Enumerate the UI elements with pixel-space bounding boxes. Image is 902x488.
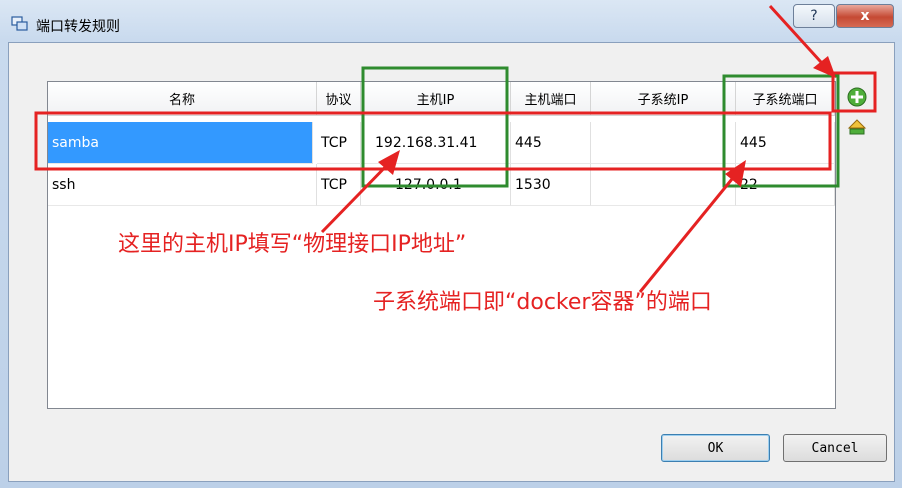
row-highlight-box <box>34 111 832 171</box>
arrow-to-host-ip <box>320 150 400 234</box>
host-ip-annotation: 这里的主机IP填写“物理接口IP地址” <box>118 232 467 257</box>
arrow-to-add-button <box>768 4 836 78</box>
guest-port-annotation: 子系统端口即“docker容器”的端口 <box>373 290 712 315</box>
port-forwarding-dialog: 端口转发规则 ? x 名称 协议 主机IP 主机端口 子系统IP 子系统端口 s… <box>0 0 902 488</box>
arrow-to-guest-port <box>638 160 746 293</box>
